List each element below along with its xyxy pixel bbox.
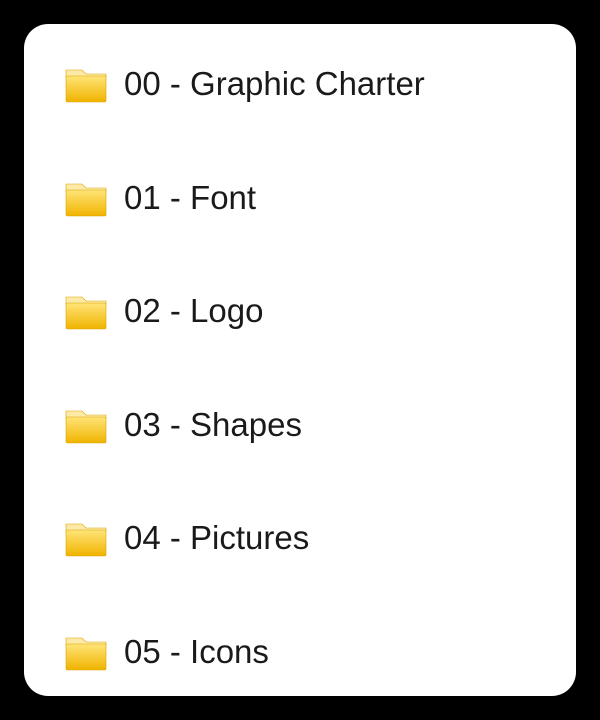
folder-label: 00 - Graphic Charter (124, 65, 425, 103)
folder-label: 03 - Shapes (124, 406, 302, 444)
folder-icon (64, 518, 108, 558)
folder-item[interactable]: 02 - Logo (64, 287, 548, 335)
folder-icon (64, 632, 108, 672)
folder-icon (64, 405, 108, 445)
folder-icon (64, 178, 108, 218)
folder-icon (64, 64, 108, 104)
folder-label: 01 - Font (124, 179, 256, 217)
folder-item[interactable]: 05 - Icons (64, 628, 548, 676)
folder-item[interactable]: 04 - Pictures (64, 514, 548, 562)
folder-label: 04 - Pictures (124, 519, 309, 557)
folder-list-panel: 00 - Graphic Charter 01 - Font 02 - Logo (24, 24, 576, 696)
folder-label: 02 - Logo (124, 292, 263, 330)
folder-item[interactable]: 03 - Shapes (64, 401, 548, 449)
folder-icon (64, 291, 108, 331)
folder-label: 05 - Icons (124, 633, 269, 671)
folder-item[interactable]: 01 - Font (64, 174, 548, 222)
folder-item[interactable]: 00 - Graphic Charter (64, 60, 548, 108)
